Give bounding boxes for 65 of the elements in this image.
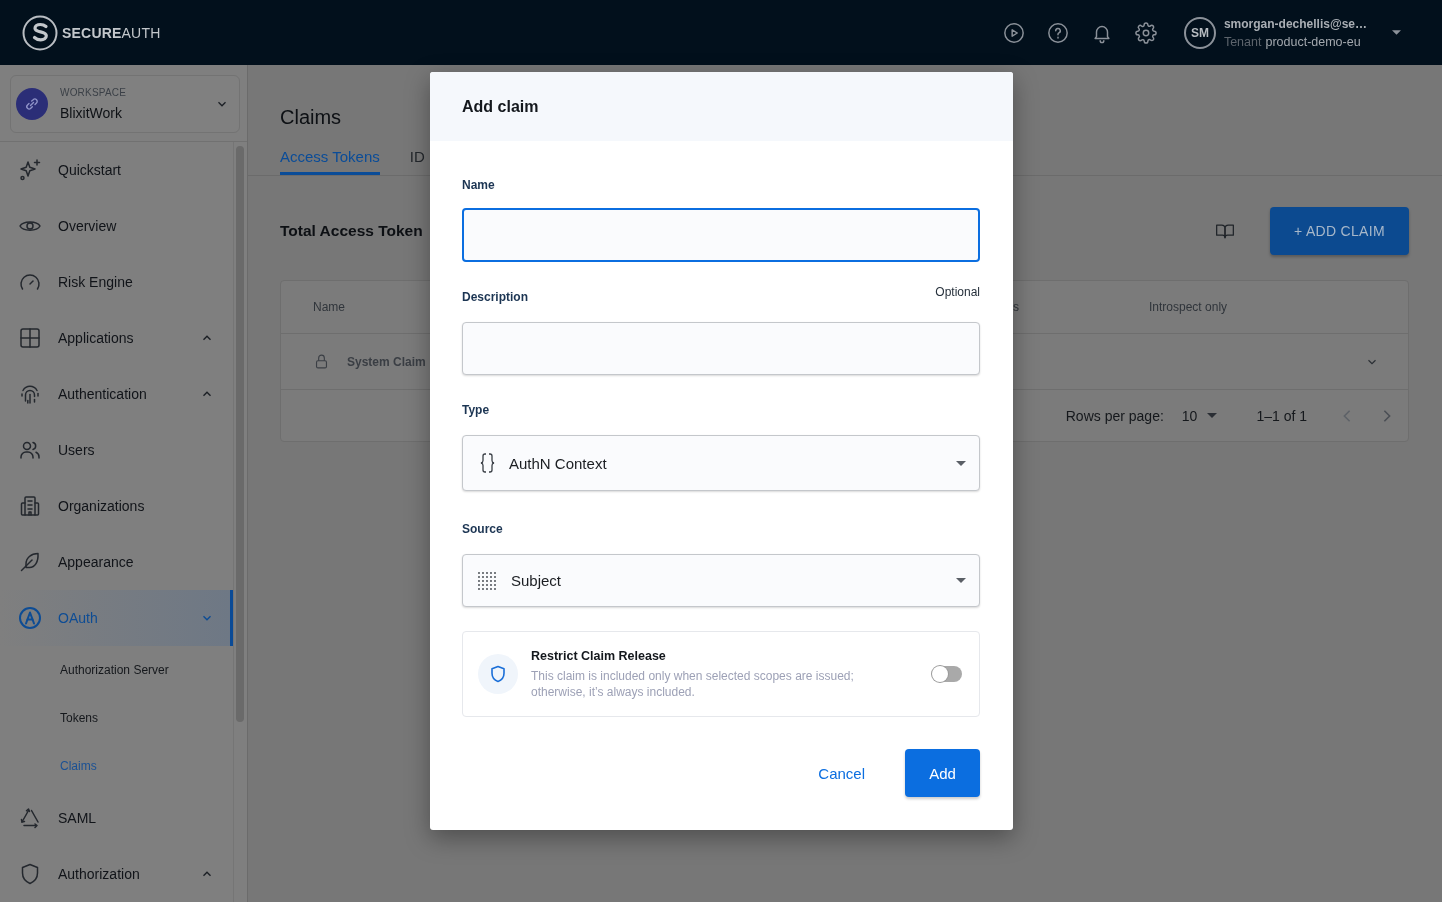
option-title: Restrict Claim Release	[531, 648, 666, 664]
page-title: Claims	[280, 105, 342, 129]
sidebar-item[interactable]: Applications	[0, 310, 233, 366]
sidebar-item[interactable]: Authorization	[0, 846, 233, 902]
sidebar-item[interactable]: Organizations	[0, 478, 233, 534]
sidebar-item[interactable]: Users	[0, 422, 233, 478]
column-header: Introspect only	[1149, 300, 1228, 314]
field-note: Optional	[935, 285, 980, 299]
dialog-title: Add claim	[462, 97, 539, 116]
column-header: Name	[313, 300, 345, 314]
sidebar-subitem[interactable]: Authorization Server	[0, 646, 233, 694]
column-header: s	[1013, 300, 1019, 314]
option-description: This claim is included only when selected scopes are issued; otherwise, it’s always included.	[531, 668, 855, 700]
caret-down-icon	[956, 578, 966, 583]
play-circle-icon[interactable]	[1002, 21, 1025, 44]
rows-per-page-label: Rows per page:	[1065, 407, 1164, 424]
add-claim-button[interactable]: + ADD CLAIM	[1270, 207, 1409, 255]
rows-per-page-select[interactable]: 10	[1181, 407, 1218, 424]
tenant-name: product-demo-eu	[1265, 33, 1361, 51]
grid-icon	[18, 326, 42, 350]
sidebar-item[interactable]: Risk Engine	[0, 254, 233, 310]
cancel-button[interactable]: Cancel	[802, 749, 881, 797]
shield-icon	[478, 654, 518, 694]
help-icon[interactable]	[1046, 21, 1069, 44]
field-label: Description	[462, 290, 528, 304]
sidebar-item[interactable]: Quickstart	[0, 142, 233, 198]
table-cell: System Claim	[347, 354, 426, 369]
tab[interactable]: ID	[409, 141, 425, 175]
workspace-name: BlixitWork	[60, 103, 122, 122]
add-button[interactable]: Add	[905, 749, 980, 797]
sidebar-subitem[interactable]: Tokens	[0, 694, 233, 742]
toggle-switch[interactable]	[932, 666, 962, 682]
sidebar-item[interactable]: Authentication	[0, 366, 233, 422]
input-field[interactable]	[462, 208, 980, 262]
workspace-label: WORKSPACE	[60, 86, 127, 99]
field-label: Name	[462, 178, 495, 192]
caret-down-icon[interactable]	[1392, 30, 1401, 35]
page-range: 1–1 of 1	[1256, 407, 1307, 424]
select-field[interactable]: AuthN Context	[462, 435, 980, 491]
tenant-label: Tenant	[1223, 33, 1262, 51]
building-icon	[18, 494, 42, 518]
field-label: Source	[462, 522, 503, 536]
link-icon	[16, 88, 48, 120]
triangle-arrows-icon	[18, 806, 42, 830]
logo-text: SECUREAUTH	[62, 24, 161, 41]
sidebar-item[interactable]: Overview	[0, 198, 233, 254]
logo-icon	[22, 14, 58, 51]
select-field[interactable]: Subject	[462, 554, 980, 607]
feather-icon	[18, 550, 42, 574]
braces-icon	[480, 451, 495, 475]
circled-a-icon	[18, 606, 42, 630]
dotted-grid-icon	[477, 570, 497, 591]
input-field[interactable]	[462, 322, 980, 375]
sidebar-item[interactable]: SAML	[0, 790, 233, 846]
lock-icon	[313, 353, 330, 370]
sidebar-item[interactable]: Appearance	[0, 534, 233, 590]
settings-icon[interactable]	[1134, 21, 1157, 44]
caret-down-icon	[956, 460, 966, 466]
avatar[interactable]: SM	[1183, 16, 1216, 49]
workspace-switcher[interactable]: WORKSPACE BlixitWork	[10, 75, 240, 133]
caret-down-icon	[1207, 413, 1218, 418]
field-label: Type	[462, 403, 490, 417]
sparkle-icon	[18, 158, 42, 182]
section-title: Total Access Token	[280, 222, 423, 240]
user-email: smorgan-dechellis@se…	[1223, 15, 1367, 33]
